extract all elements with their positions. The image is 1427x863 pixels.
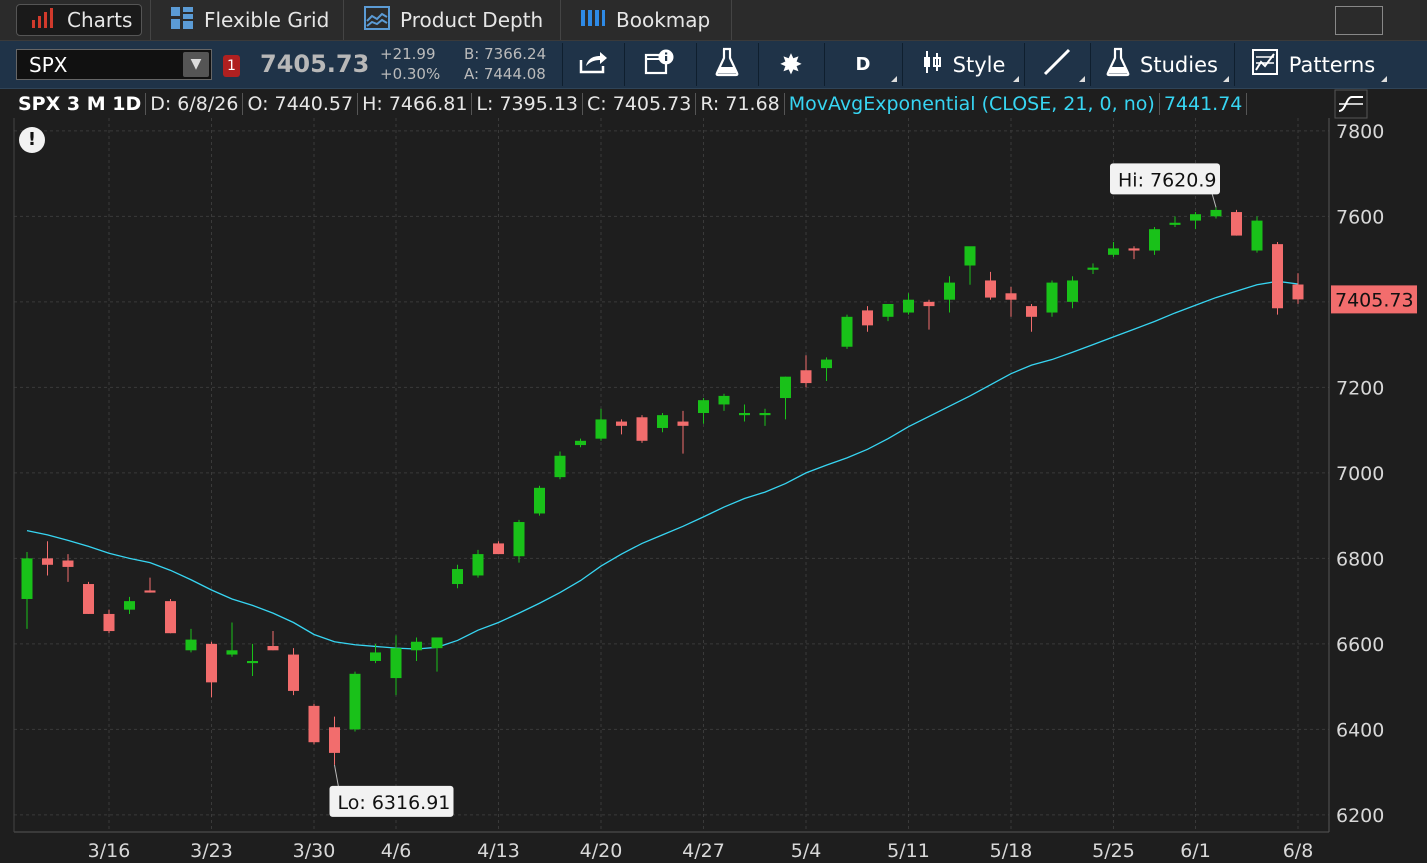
candle-body xyxy=(62,560,74,567)
candle-body xyxy=(1190,214,1201,221)
candle-body xyxy=(800,370,812,384)
candle-body xyxy=(657,415,668,428)
y-tick-label: 6400 xyxy=(1336,719,1384,741)
candle-body xyxy=(780,376,791,399)
ema-line xyxy=(26,280,1299,650)
y-tick-label: 7600 xyxy=(1336,206,1384,228)
y-tick-label: 6600 xyxy=(1336,634,1384,656)
candle-body xyxy=(575,440,586,446)
candle-body xyxy=(1108,248,1119,255)
annotations-layer: Hi: 7620.9 Lo: 6316.91 7405.73 xyxy=(329,163,1417,817)
x-tick-label: 3/30 xyxy=(293,840,336,862)
last-price-label: 7405.73 xyxy=(1335,289,1414,311)
candle-body xyxy=(964,246,976,266)
candle-body xyxy=(411,641,422,651)
candle-body xyxy=(944,282,955,300)
candle-body xyxy=(677,421,689,426)
candle-body xyxy=(1005,293,1017,300)
candle-body xyxy=(759,413,771,416)
candle-body xyxy=(329,727,340,753)
candle-body xyxy=(124,601,135,610)
lo-callout-label: Lo: 6316.91 xyxy=(338,792,451,814)
x-tick-label: 5/11 xyxy=(887,840,930,862)
candle-body xyxy=(1169,222,1181,225)
lo-leader-line xyxy=(334,764,339,788)
y-tick-label: 7200 xyxy=(1336,377,1384,399)
ema-study-layer xyxy=(26,280,1299,650)
candle-body xyxy=(718,395,730,405)
x-tick-label: 5/18 xyxy=(990,840,1033,862)
candle-body xyxy=(288,654,299,691)
hi-callout-label: Hi: 7620.9 xyxy=(1118,169,1217,191)
candle-body xyxy=(554,455,566,478)
y-tick-label: 7800 xyxy=(1336,121,1384,143)
candle-body xyxy=(103,613,115,632)
candle-body xyxy=(1067,280,1078,302)
candle-body xyxy=(83,584,94,614)
candle-body xyxy=(21,558,33,599)
x-tick-label: 4/20 xyxy=(580,840,623,862)
axes-layer: 6200640066006800700072007400760078003/16… xyxy=(13,118,1384,862)
x-tick-label: 4/13 xyxy=(477,840,520,862)
candle-body xyxy=(1272,244,1283,309)
y-tick-label: 7000 xyxy=(1336,463,1384,485)
candle-body xyxy=(595,419,607,439)
candle-body xyxy=(431,637,443,649)
candle-body xyxy=(493,543,504,555)
candle-body xyxy=(247,660,258,664)
candle-body xyxy=(1292,284,1304,300)
candle-body xyxy=(165,601,176,634)
candle-body xyxy=(206,643,217,683)
x-tick-label: 4/27 xyxy=(682,840,725,862)
candle-body xyxy=(452,569,463,585)
candle-body xyxy=(1251,220,1263,251)
candle-body xyxy=(636,417,648,441)
candle-body xyxy=(185,639,197,651)
candle-body xyxy=(267,646,279,651)
x-tick-label: 6/8 xyxy=(1283,840,1314,862)
alert-icon[interactable]: ! xyxy=(19,127,45,153)
candle-body xyxy=(1210,209,1222,217)
candle-body xyxy=(390,648,402,679)
candle-body xyxy=(616,421,627,426)
candle-body xyxy=(841,316,853,347)
candle-body xyxy=(370,652,381,661)
candle-body xyxy=(923,301,935,307)
x-tick-label: 6/1 xyxy=(1180,840,1211,862)
candle-body xyxy=(1026,306,1037,317)
x-tick-label: 3/23 xyxy=(190,840,233,862)
candles-layer xyxy=(21,207,1304,765)
study-curve-icon[interactable] xyxy=(1334,89,1368,119)
candle-body xyxy=(513,522,525,557)
candle-body xyxy=(42,558,53,565)
x-tick-label: 5/25 xyxy=(1092,840,1135,862)
candle-body xyxy=(882,303,894,317)
candle-body xyxy=(226,650,238,655)
candle-body xyxy=(862,310,873,326)
candle-body xyxy=(1046,282,1058,313)
y-tick-label: 6200 xyxy=(1336,805,1384,827)
x-tick-label: 4/6 xyxy=(381,840,412,862)
candle-body xyxy=(821,359,832,369)
candle-body xyxy=(144,590,156,593)
candle-body xyxy=(1149,229,1160,251)
price-chart: 6200640066006800700072007400760078003/16… xyxy=(13,118,1417,862)
x-tick-label: 3/16 xyxy=(88,840,131,862)
candle-body xyxy=(985,280,996,298)
x-tick-label: 5/4 xyxy=(791,840,822,862)
hi-leader-line xyxy=(1211,193,1217,208)
candle-body xyxy=(534,487,545,514)
y-tick-label: 6800 xyxy=(1336,548,1384,570)
candle-body xyxy=(1231,212,1242,236)
candle-body xyxy=(698,400,709,414)
candle-body xyxy=(739,413,750,416)
candle-body xyxy=(308,705,320,743)
candle-body xyxy=(472,554,484,576)
candle-body xyxy=(349,673,361,730)
candle-body xyxy=(1128,248,1140,251)
chart-grid xyxy=(14,118,1329,832)
candle-body xyxy=(903,299,914,313)
candle-body xyxy=(1087,267,1099,270)
